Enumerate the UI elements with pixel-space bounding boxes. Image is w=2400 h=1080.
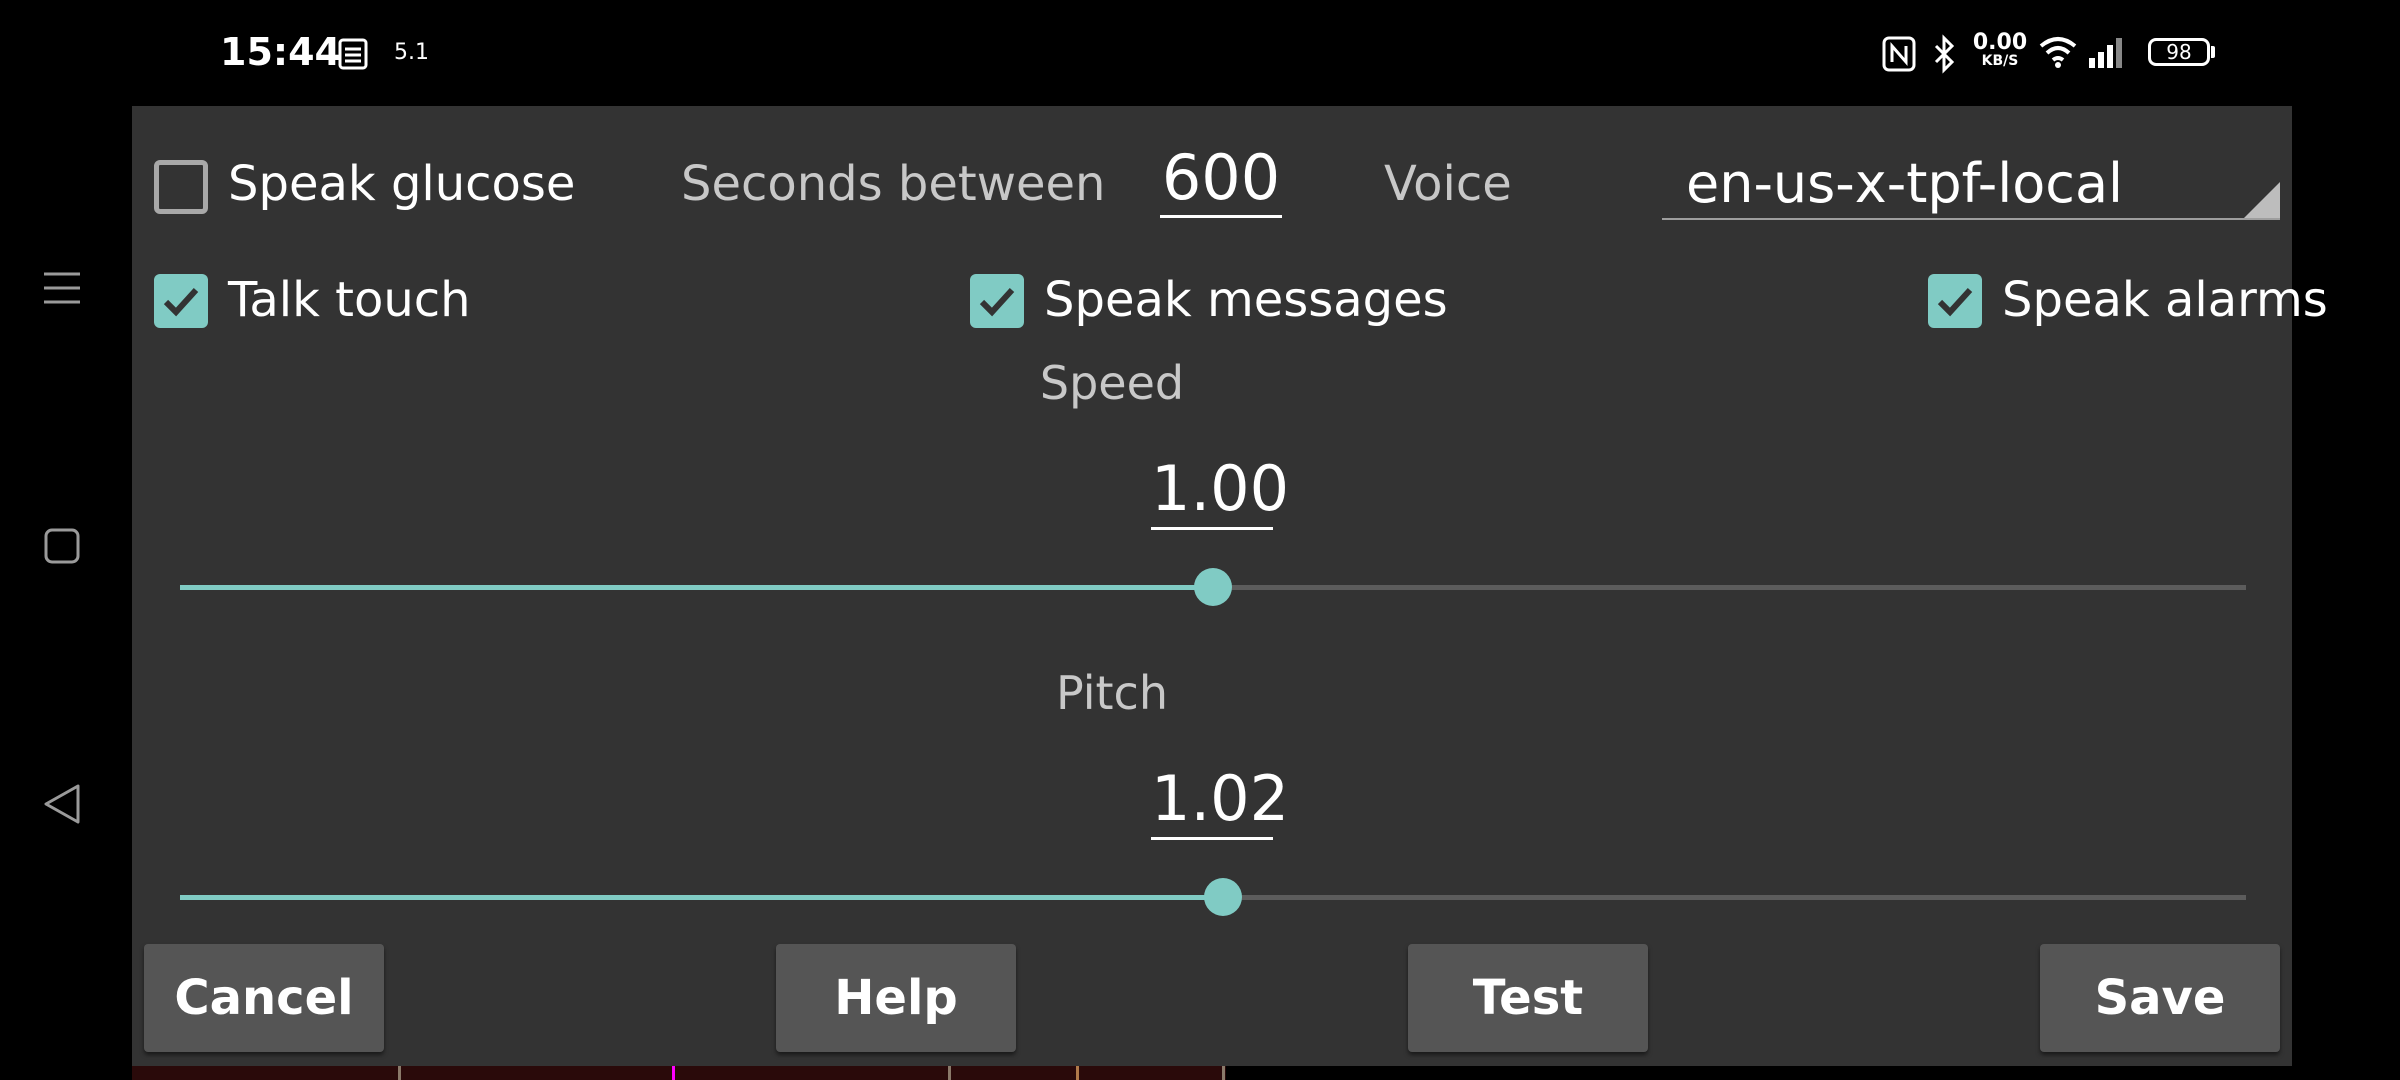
talk-touch-checkbox[interactable]	[154, 274, 208, 328]
net-speed: 0.00 KB/S	[1972, 30, 2028, 69]
notif-value: 5.1	[394, 40, 429, 65]
pitch-input[interactable]: 1.02	[1151, 760, 1289, 840]
speed-slider[interactable]	[180, 568, 2246, 608]
signal-icon	[2088, 36, 2124, 72]
graph-line	[1222, 1066, 1225, 1080]
wifi-icon	[2038, 34, 2078, 72]
graph-line	[1076, 1066, 1079, 1080]
speak-glucose-checkbox[interactable]	[154, 160, 208, 214]
seconds-between-input[interactable]: 600	[1160, 144, 1282, 218]
check-icon	[1937, 287, 1973, 317]
graph-dark-area	[1226, 1066, 2292, 1080]
speak-messages-checkbox[interactable]	[970, 274, 1024, 328]
speed-slider-thumb[interactable]	[1194, 568, 1232, 606]
speed-slider-fill	[180, 585, 1213, 590]
graph-line	[948, 1066, 951, 1080]
speed-input[interactable]: 1.00	[1151, 450, 1289, 530]
pitch-slider[interactable]	[180, 878, 2246, 918]
voice-select-value: en-us-x-tpf-local	[1686, 152, 2124, 215]
check-icon	[979, 287, 1015, 317]
talk-settings-dialog: Speak glucose Seconds between 600 Voice …	[132, 106, 2328, 1070]
voice-label: Voice	[1384, 156, 1512, 212]
bluetooth-icon	[1930, 34, 1960, 78]
speed-label: Speed	[1039, 356, 1185, 410]
back-icon[interactable]	[42, 782, 82, 830]
screen: 15:44 5.1 0.00 KB/S 98 Speak glucose Sec…	[0, 0, 2400, 1080]
speak-alarms-label: Speak alarms	[2002, 272, 2328, 328]
battery-tip	[2211, 46, 2215, 58]
home-icon[interactable]	[42, 526, 82, 570]
menu-icon[interactable]	[42, 268, 82, 312]
pitch-label: Pitch	[1056, 666, 1168, 720]
speak-glucose-label: Speak glucose	[228, 156, 576, 212]
status-time: 15:44	[220, 30, 341, 74]
pitch-slider-thumb[interactable]	[1204, 878, 1243, 916]
background-graph-strip	[132, 1066, 2292, 1080]
battery-level: 98	[2166, 40, 2192, 64]
check-icon	[163, 287, 199, 317]
nfc-icon	[1882, 36, 1916, 76]
voice-select[interactable]: en-us-x-tpf-local	[1662, 148, 2280, 220]
seconds-between-label: Seconds between	[681, 156, 1106, 212]
net-speed-value: 0.00	[1972, 30, 2028, 55]
notification-icon	[338, 38, 368, 74]
test-button[interactable]: Test	[1408, 944, 1648, 1052]
pitch-slider-fill	[180, 895, 1224, 900]
speak-messages-label: Speak messages	[1044, 272, 1448, 328]
save-button[interactable]: Save	[2040, 944, 2280, 1052]
speak-alarms-checkbox[interactable]	[1928, 274, 1982, 328]
dropdown-arrow-icon	[2244, 182, 2280, 218]
help-button[interactable]: Help	[776, 944, 1016, 1052]
net-speed-unit: KB/S	[1981, 53, 2019, 69]
battery-icon: 98	[2148, 38, 2210, 66]
graph-line	[398, 1066, 401, 1080]
graph-line	[672, 1066, 675, 1080]
talk-touch-label: Talk touch	[228, 272, 471, 328]
cancel-button[interactable]: Cancel	[144, 944, 384, 1052]
